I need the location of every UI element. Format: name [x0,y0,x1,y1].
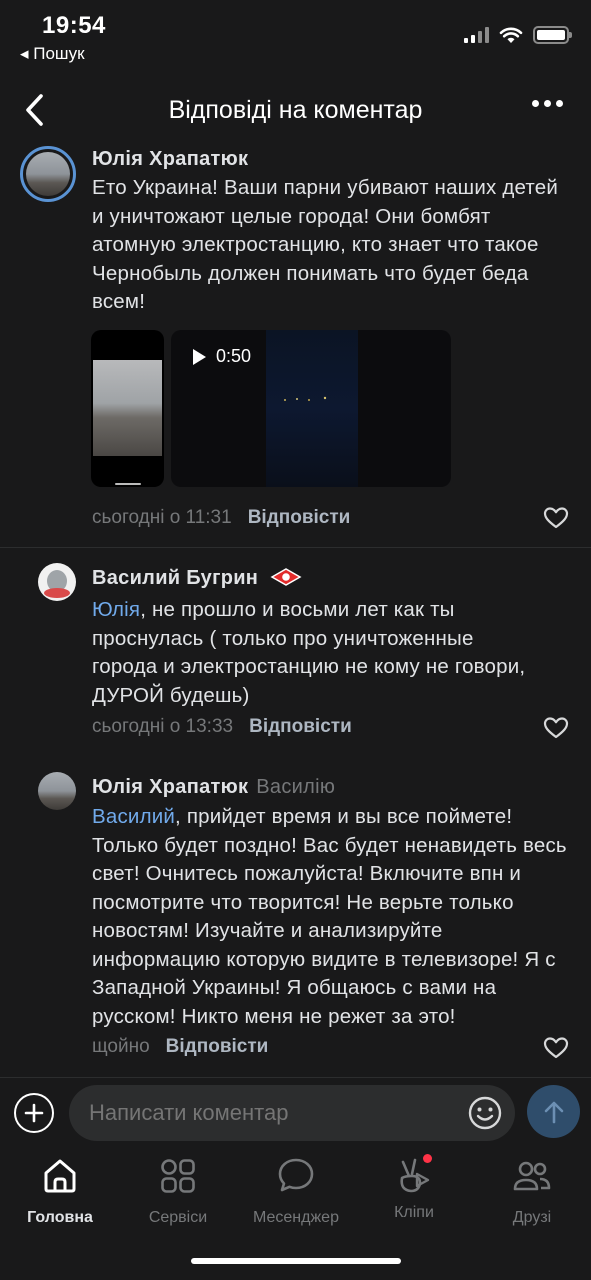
comment-input-box[interactable] [69,1085,515,1141]
status-bar: 19:54 ◂ Пошук [0,0,591,72]
avatar[interactable] [38,772,76,810]
comment-time: щойно [92,1036,150,1057]
add-attachment-button[interactable] [14,1093,54,1133]
attachment-image [93,360,162,456]
mention-link[interactable]: Юлія [92,598,140,621]
battery-icon [533,26,572,44]
video-thumbnail [266,330,358,487]
reply-button[interactable]: Відповісти [248,507,351,528]
tab-clips[interactable]: Кліпи [355,1154,473,1222]
comment-text: Василий, прийдет время и вы все поймете!… [92,803,572,1031]
tab-services[interactable]: Сервіси [119,1156,237,1227]
avatar[interactable] [20,146,76,202]
more-options-button[interactable] [532,100,563,107]
video-duration: 0:50 [216,346,252,366]
plus-icon [24,1103,44,1123]
tab-label: Месенджер [253,1209,339,1226]
like-heart-icon[interactable] [543,1036,569,1060]
cellular-signal-icon [464,27,489,43]
attachment-scrubber [115,483,141,485]
comment-time: сьогодні о 11:31 [92,507,232,528]
chat-bubble-icon [278,1158,314,1192]
friends-icon [513,1161,551,1191]
home-icon [44,1159,76,1193]
status-time: 19:54 [42,12,106,39]
comment-author[interactable]: Юлія Храпатюк Василію [92,776,335,799]
more-dots-icon [532,100,539,107]
comment-meta: сьогодні о 11:31 Відповісти [92,507,350,529]
comment-meta: щойно Відповісти [92,1036,268,1058]
tab-label: Сервіси [148,1209,208,1226]
clips-icon-wrap [394,1154,434,1196]
comment-body: , прийдет время и вы все поймете! Только… [92,805,567,1028]
tab-messenger[interactable]: Месенджер [237,1156,355,1227]
home-indicator[interactable] [191,1258,401,1264]
reply-to-label: Василію [256,776,336,798]
video-lights [284,396,327,401]
video-attachment[interactable]: 0:50 [171,330,451,487]
page-title: Відповіді на коментар [168,96,423,124]
comment-time: сьогодні о 13:33 [92,716,234,737]
reply-button[interactable]: Відповісти [249,716,352,737]
tab-label: Кліпи [394,1204,434,1221]
services-grid-icon [161,1159,195,1193]
avatar[interactable] [38,563,76,601]
comment-author[interactable]: Юлія Храпатюк [92,148,248,171]
status-icons [464,26,572,44]
divider [0,1077,591,1078]
nav-header: Відповіді на коментар [0,78,591,144]
send-button[interactable] [527,1085,580,1138]
tab-home[interactable]: Головна [1,1156,119,1227]
like-heart-icon[interactable] [543,506,569,530]
tab-friends[interactable]: Друзі [473,1156,591,1227]
comment-input[interactable] [89,1100,449,1126]
wifi-icon [499,27,523,43]
comment-composer [0,1080,591,1146]
tab-label: Головна [27,1209,93,1226]
photo-attachment[interactable] [91,330,164,487]
arrow-up-icon [544,1101,563,1123]
comment-text: Юлія, не прошло и восьми лет как ты прос… [92,596,532,710]
comment-author[interactable]: Василий Бугрин [92,567,302,590]
author-name: Василий Бугрин [92,567,259,589]
comment-body: , не прошло и восьми лет как ты проснула… [92,598,526,707]
emoji-icon[interactable] [467,1095,503,1131]
back-to-search-link[interactable]: ◂ Пошук [20,44,85,64]
reply-button[interactable]: Відповісти [166,1036,269,1057]
spartak-badge-icon [270,568,302,586]
divider [0,547,591,548]
notification-dot [423,1154,432,1163]
comment-text: Ето Украина! Ваши парни убивают наших де… [92,176,559,313]
like-heart-icon[interactable] [543,716,569,740]
comment-meta: сьогодні о 13:33 Відповісти [92,716,352,738]
author-name: Юлія Храпатюк [92,776,249,798]
tab-label: Друзі [512,1209,552,1226]
video-duration-badge: 0:50 [193,346,251,367]
play-icon [193,348,206,365]
bottom-tab-bar: Головна Сервіси Месенджер Кліпи Друзі [0,1148,591,1238]
mention-link[interactable]: Василий [92,805,175,828]
